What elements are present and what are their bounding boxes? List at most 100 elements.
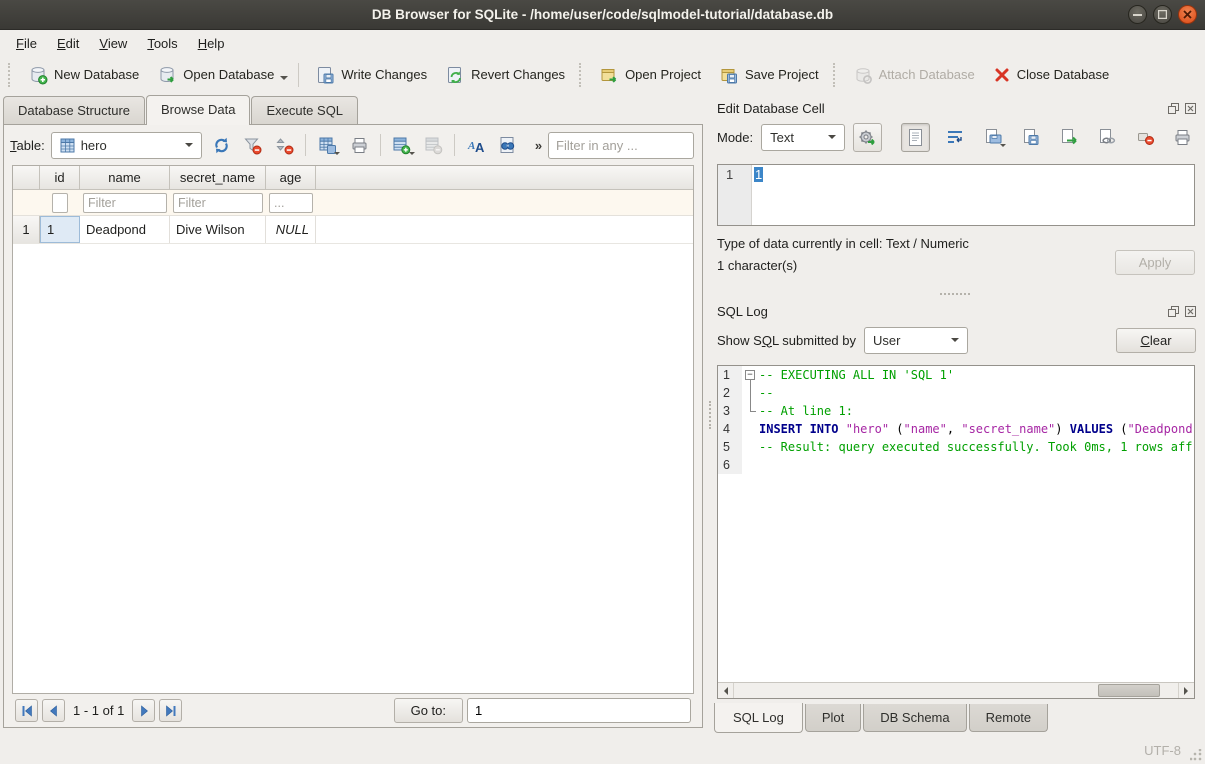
pane-splitter[interactable]	[706, 93, 714, 737]
tab-execute-sql[interactable]: Execute SQL	[251, 96, 358, 124]
column-header-id[interactable]: id	[40, 166, 80, 189]
dropdown-caret	[334, 152, 340, 158]
cell-editor[interactable]: 1 1	[717, 164, 1195, 226]
font-settings-button[interactable]: A A	[463, 132, 489, 159]
new-record-button[interactable]	[389, 132, 415, 159]
save-project-button[interactable]: Save Project	[711, 61, 827, 89]
word-wrap-button[interactable]	[941, 124, 968, 151]
show-sql-label: Show SQL submitted by	[717, 333, 856, 348]
find-in-table-button[interactable]	[495, 132, 521, 159]
close-panel-button[interactable]	[1184, 306, 1196, 318]
dock-splitter[interactable]	[714, 288, 1196, 300]
minimize-button[interactable]	[1128, 5, 1147, 24]
cell-type-info: Type of data currently in cell: Text / N…	[717, 236, 969, 251]
menu-file[interactable]: File	[6, 32, 47, 55]
toolbar-overflow-button[interactable]: »	[535, 138, 542, 153]
resize-grip[interactable]	[1190, 749, 1202, 761]
toolbar-handle[interactable]	[8, 63, 14, 87]
tab-plot[interactable]: Plot	[805, 704, 861, 732]
scroll-left-button[interactable]	[718, 683, 734, 698]
grid-empty-area	[13, 244, 693, 693]
column-header-name[interactable]: name	[80, 166, 170, 189]
filter-input-secret-name[interactable]	[173, 193, 263, 213]
horizontal-scrollbar[interactable]	[718, 682, 1194, 698]
set-null-button[interactable]	[1131, 124, 1158, 151]
open-database-dropdown-caret[interactable]	[280, 76, 288, 84]
apply-button[interactable]: Apply	[1115, 250, 1195, 275]
next-record-button[interactable]	[132, 699, 155, 722]
float-panel-button[interactable]	[1167, 103, 1179, 115]
menu-view[interactable]: View	[89, 32, 137, 55]
first-record-button[interactable]	[15, 699, 38, 722]
goto-button[interactable]: Go to:	[394, 698, 463, 723]
open-in-app-button[interactable]	[1055, 124, 1082, 151]
new-database-button[interactable]: New Database	[20, 61, 147, 89]
mode-select[interactable]: Text	[761, 124, 845, 151]
menu-help[interactable]: Help	[188, 32, 235, 55]
print-cell-button[interactable]	[1169, 124, 1196, 151]
sql-log-view[interactable]: 1 − -- EXECUTING ALL IN 'SQL 1' 2 -- 3 -…	[717, 365, 1195, 699]
revert-changes-button[interactable]: Revert Changes	[437, 61, 573, 89]
table-icon	[60, 138, 75, 153]
goto-input[interactable]	[467, 698, 691, 723]
toolbar-handle[interactable]	[833, 63, 839, 87]
close-database-button[interactable]: Close Database	[985, 62, 1118, 88]
grid-corner[interactable]	[13, 166, 40, 189]
attach-database-button[interactable]: Attach Database	[845, 61, 983, 89]
submitted-by-select[interactable]: User	[864, 327, 968, 354]
open-database-button[interactable]: Open Database	[149, 61, 282, 89]
filter-input-name[interactable]	[83, 193, 167, 213]
refresh-button[interactable]	[208, 132, 234, 159]
write-changes-button[interactable]: Write Changes	[307, 61, 435, 89]
filter-any-input[interactable]	[548, 132, 694, 159]
fold-margin	[742, 384, 759, 402]
tab-browse-data[interactable]: Browse Data	[146, 95, 250, 125]
grid-filter-row	[13, 190, 693, 216]
fold-margin[interactable]: −	[742, 366, 759, 384]
titlebar[interactable]: DB Browser for SQLite - /home/user/code/…	[0, 0, 1205, 30]
tab-db-schema[interactable]: DB Schema	[863, 704, 966, 732]
cell-age[interactable]: NULL	[266, 216, 316, 243]
open-database-icon	[157, 65, 177, 85]
close-button[interactable]	[1178, 5, 1197, 24]
column-header-secret-name[interactable]: secret_name	[170, 166, 266, 189]
scrollbar-track[interactable]	[734, 683, 1178, 698]
clear-filters-button[interactable]	[240, 132, 266, 159]
cell-editor-content[interactable]: 1	[752, 165, 1194, 225]
menu-tools[interactable]: Tools	[137, 32, 187, 55]
row-header[interactable]: 1	[13, 216, 40, 243]
table-select[interactable]: hero	[51, 132, 203, 159]
delete-record-button[interactable]	[421, 132, 447, 159]
copy-link-button[interactable]	[1093, 124, 1120, 151]
float-panel-button[interactable]	[1167, 306, 1179, 318]
print-table-button[interactable]	[346, 132, 372, 159]
export-cell-button[interactable]	[1017, 124, 1044, 151]
import-cell-button[interactable]	[979, 124, 1006, 151]
cell-id[interactable]: 1	[40, 216, 80, 243]
clear-sorting-button[interactable]	[272, 132, 298, 159]
open-project-button[interactable]: Open Project	[591, 61, 709, 89]
text-mode-toggle-button[interactable]	[901, 123, 930, 152]
scrollbar-thumb[interactable]	[1098, 684, 1160, 697]
filter-input-age[interactable]	[269, 193, 313, 213]
tab-sql-log[interactable]: SQL Log	[714, 703, 803, 733]
close-panel-button[interactable]	[1184, 103, 1196, 115]
save-table-button[interactable]	[314, 132, 340, 159]
column-header-age[interactable]: age	[266, 166, 316, 189]
auto-switch-mode-button[interactable]	[853, 123, 882, 152]
cell-editor-icons	[901, 123, 1196, 152]
cell-name[interactable]: Deadpond	[80, 216, 170, 243]
tab-remote[interactable]: Remote	[969, 704, 1049, 732]
tab-database-structure[interactable]: Database Structure	[3, 96, 145, 124]
clear-log-button[interactable]: Clear	[1116, 328, 1196, 353]
line-number: 5	[718, 438, 742, 456]
previous-record-button[interactable]	[42, 699, 65, 722]
menu-edit[interactable]: Edit	[47, 32, 89, 55]
document-icon	[908, 129, 923, 146]
toolbar-handle[interactable]	[579, 63, 585, 87]
cell-secret-name[interactable]: Dive Wilson	[170, 216, 266, 243]
last-record-button[interactable]	[159, 699, 182, 722]
filter-input-id[interactable]	[52, 193, 68, 213]
scroll-right-button[interactable]	[1178, 683, 1194, 698]
maximize-button[interactable]	[1153, 5, 1172, 24]
